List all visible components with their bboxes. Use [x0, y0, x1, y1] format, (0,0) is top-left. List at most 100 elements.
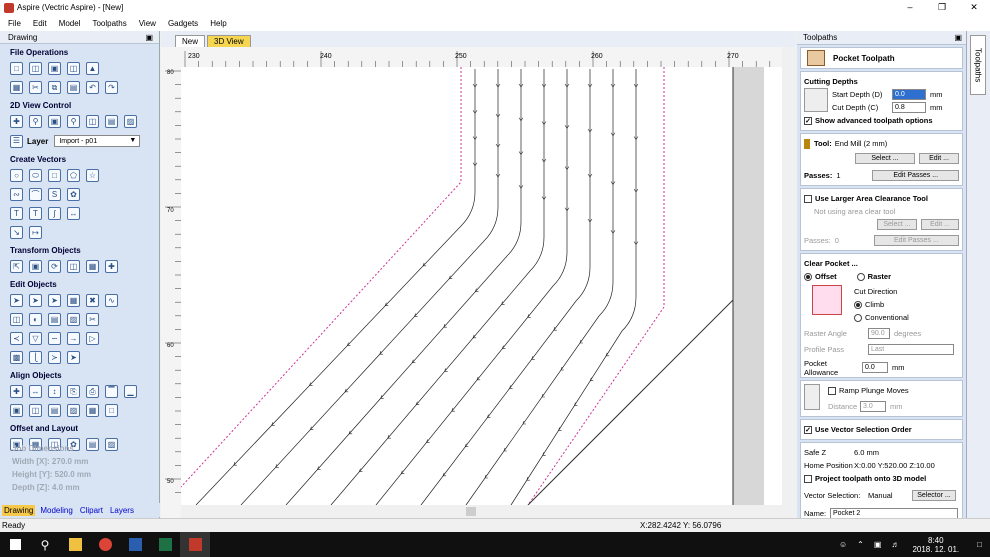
- align-center-icon[interactable]: ✚: [10, 385, 23, 398]
- tool-select-button[interactable]: Select ...: [855, 153, 915, 164]
- text-block-icon[interactable]: T: [29, 207, 42, 220]
- zoom-all-icon[interactable]: ▣: [48, 115, 61, 128]
- vertical-scrollbar[interactable]: [782, 47, 796, 518]
- dimension-icon[interactable]: ↔: [67, 207, 80, 220]
- group-icon[interactable]: ◫: [10, 313, 23, 326]
- new-file-icon[interactable]: □: [10, 62, 23, 75]
- folder-icon[interactable]: ◫: [67, 62, 80, 75]
- center-in-job-icon[interactable]: ▣: [10, 404, 23, 417]
- menu-toolpaths[interactable]: Toolpaths: [86, 19, 132, 28]
- project-3d-checkbox[interactable]: [804, 474, 812, 483]
- view-tile-icon[interactable]: ▤: [105, 115, 118, 128]
- align-right-icon[interactable]: ⎙: [86, 385, 99, 398]
- menu-model[interactable]: Model: [53, 19, 87, 28]
- maximize-button[interactable]: ❐: [926, 2, 958, 13]
- ramp-checkbox[interactable]: [828, 386, 836, 395]
- offset-radio[interactable]: [804, 272, 812, 281]
- tab-modeling[interactable]: Modeling: [38, 505, 74, 516]
- node-edit-icon[interactable]: ➤: [29, 294, 42, 307]
- zoom-in-icon[interactable]: ⚲: [67, 115, 80, 128]
- cut-depth-input[interactable]: 0.8: [892, 102, 926, 113]
- distribute-v-icon[interactable]: ▤: [48, 404, 61, 417]
- save-app-icon[interactable]: [120, 532, 150, 557]
- import-icon[interactable]: ▲: [86, 62, 99, 75]
- network-icon[interactable]: ▣: [874, 540, 882, 549]
- curve-icon[interactable]: S: [48, 188, 61, 201]
- rotate-icon[interactable]: ⟳: [48, 260, 61, 273]
- cut-icon[interactable]: ✂: [29, 81, 42, 94]
- chrome-icon[interactable]: [90, 532, 120, 557]
- rectangle-icon[interactable]: □: [48, 169, 61, 182]
- text-icon[interactable]: T: [10, 207, 23, 220]
- toolpaths-side-tab[interactable]: Toolpaths: [970, 35, 986, 95]
- view-split-icon[interactable]: ◫: [86, 115, 99, 128]
- menu-help[interactable]: Help: [204, 19, 232, 28]
- excel-icon[interactable]: [150, 532, 180, 557]
- text-on-curve-icon[interactable]: ∫: [48, 207, 61, 220]
- space-v-icon[interactable]: ▦: [86, 404, 99, 417]
- trim-icon[interactable]: ✂: [86, 313, 99, 326]
- profile-pass-select[interactable]: Last: [868, 344, 954, 355]
- step-repeat-icon[interactable]: ▤: [86, 438, 99, 451]
- align-top-icon[interactable]: ▔: [105, 385, 118, 398]
- minimize-button[interactable]: –: [894, 2, 926, 13]
- offset-vector-icon[interactable]: ▷: [86, 332, 99, 345]
- curve-fit-icon[interactable]: ≺: [10, 332, 23, 345]
- menu-edit[interactable]: Edit: [27, 19, 53, 28]
- star-icon[interactable]: ☆: [86, 169, 99, 182]
- polyline-icon[interactable]: ∾: [10, 188, 23, 201]
- notifications-icon[interactable]: □: [977, 540, 982, 549]
- menu-gadgets[interactable]: Gadgets: [162, 19, 204, 28]
- pin-icon[interactable]: ▣: [145, 33, 153, 42]
- fit-icon[interactable]: ▨: [105, 438, 118, 451]
- close-vector-icon[interactable]: ▩: [10, 351, 23, 364]
- circle-icon[interactable]: ○: [10, 169, 23, 182]
- arrow-right-icon[interactable]: ➤: [67, 351, 80, 364]
- edit-passes-button-2[interactable]: Edit Passes ...: [873, 235, 959, 246]
- spiral-icon[interactable]: ✿: [67, 188, 80, 201]
- delete-node-icon[interactable]: ✖: [86, 294, 99, 307]
- extend-icon[interactable]: →: [67, 332, 80, 345]
- zoom-box-icon[interactable]: ⚲: [29, 115, 42, 128]
- move-icon[interactable]: ⇱: [10, 260, 23, 273]
- vector-order-checkbox[interactable]: ✓: [804, 425, 812, 434]
- open-file-icon[interactable]: ◫: [29, 62, 42, 75]
- smooth-icon[interactable]: ∿: [105, 294, 118, 307]
- align-bottom-icon[interactable]: ▁: [124, 385, 137, 398]
- pocket-allowance-input[interactable]: 0.0: [862, 362, 888, 373]
- space-h-icon[interactable]: ▨: [67, 404, 80, 417]
- measure-icon[interactable]: ↦: [29, 226, 42, 239]
- search-icon[interactable]: ⚲: [30, 532, 60, 557]
- selector-button[interactable]: Selector ...: [912, 490, 956, 501]
- start-depth-input[interactable]: 0.0: [892, 89, 926, 100]
- tab-clipart[interactable]: Clipart: [78, 505, 105, 516]
- aspire-taskbar-icon[interactable]: [180, 532, 210, 557]
- clear-select-button[interactable]: Select ...: [877, 219, 917, 230]
- pan-icon[interactable]: ✚: [10, 115, 23, 128]
- scale-icon[interactable]: ▦: [86, 260, 99, 273]
- ellipse-icon[interactable]: ⬭: [29, 169, 42, 182]
- align-left-icon[interactable]: ⎘: [67, 385, 80, 398]
- menu-file[interactable]: File: [2, 19, 27, 28]
- windows-start-icon[interactable]: [0, 532, 30, 557]
- volume-icon[interactable]: ♬: [891, 540, 899, 549]
- copy-icon[interactable]: ⧉: [48, 81, 61, 94]
- undo-icon[interactable]: ↶: [86, 81, 99, 94]
- arc-icon[interactable]: ⌒: [29, 188, 42, 201]
- fillet-icon[interactable]: ▽: [29, 332, 42, 345]
- select-icon[interactable]: ➤: [10, 294, 23, 307]
- menu-view[interactable]: View: [133, 19, 162, 28]
- horizontal-scrollbar[interactable]: [181, 505, 782, 518]
- distribute-h-icon[interactable]: ◫: [29, 404, 42, 417]
- tab-drawing[interactable]: Drawing: [2, 504, 36, 516]
- people-icon[interactable]: ☺: [839, 540, 847, 549]
- paste-icon[interactable]: ▤: [67, 81, 80, 94]
- clear-edit-button[interactable]: Edit ...: [921, 219, 959, 230]
- tab-3d-view[interactable]: 3D View: [207, 35, 251, 47]
- align-vcenter-icon[interactable]: ↕: [48, 385, 61, 398]
- larger-clear-checkbox[interactable]: [804, 194, 812, 203]
- tab-layers[interactable]: Layers: [108, 505, 136, 516]
- tab-2d-new[interactable]: New: [175, 35, 206, 47]
- join-icon[interactable]: ∽: [48, 332, 61, 345]
- interactive-select-icon[interactable]: ➤: [48, 294, 61, 307]
